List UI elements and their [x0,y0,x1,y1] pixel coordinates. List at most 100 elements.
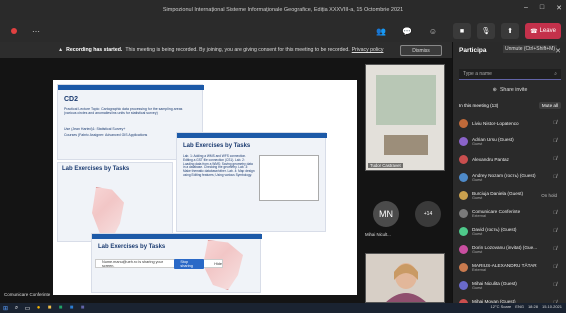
camera-button[interactable]: ■ [453,23,471,39]
participant-role: Guest [472,141,483,146]
banner-text: This meeting is being recorded. By joini… [125,47,350,53]
avatar [459,172,468,182]
lab-title-3: Lab Exercises by Tasks [98,244,166,250]
share-button[interactable]: ⬆ [501,23,519,39]
avatar [459,118,468,128]
section-label: In this meeting (13) [459,103,499,108]
participants-section-header[interactable]: In this meeting (13) Mute all [459,102,561,109]
participant-name: Burciuja Daniela (Guest) [472,190,524,196]
share-status-text: Nume.manu@ueh.ro is sharing your screen. [102,259,164,268]
mic-off-icon: 🎙̸ [553,156,557,162]
participant-item[interactable]: Liviu Nistor-Lopatenco 🎙̸ [459,114,561,132]
meeting-stage: CD2 Practical Lecture Topic: Cartographi… [0,58,452,303]
word-icon[interactable]: ■ [66,304,77,312]
video-room-image [366,65,444,170]
participant-name: Dorin Lozovanu (invitat) (Gue... [472,244,538,250]
start-icon[interactable]: ⊞ [0,304,11,312]
chat-icon[interactable]: 💬 [399,23,415,39]
search-placeholder: Type a name [463,71,492,77]
participant-item[interactable]: Burciuja Daniela (Guest) Guest On hold [459,186,561,204]
mic-off-icon: 🎙̸ [553,138,557,144]
avatar [459,208,468,218]
lab-items-1: Lab. 1: Adding a WMS and WFS connection.… [183,154,255,177]
weather-text: 12°C Soare [490,304,512,309]
close-panel-icon[interactable]: ✕ [555,47,561,55]
participant-role: External [472,267,486,272]
mic-off-icon: 🎙̸ [553,120,557,126]
video-tile-1[interactable]: Tudor Castravet [365,64,445,171]
avatar [459,226,468,236]
phone-icon: ☎ [530,28,538,35]
participant-item[interactable]: David (гость) (Guest) Guest 🎙̸ [459,222,561,240]
meeting-toolbar: ⋯ 👥 💬 ☺ ⋯ ■ 🎙 ⬆ ☎Leave [0,20,566,42]
share-invite-button[interactable]: ⊕ Share invite [459,84,561,95]
clock-time: 18:28 [527,304,538,309]
minimize-button[interactable]: – [524,4,528,12]
video-tile-1-name: Tudor Castravet [368,163,403,168]
participant-role: External [472,213,486,218]
reactions-icon[interactable]: ☺ [425,23,441,39]
participant-name: David (гость) (Guest) [472,226,517,232]
leave-button[interactable]: ☎ Leave [525,23,561,39]
mic-off-icon: 🎙̸ [553,174,557,180]
participant-role: Guest [472,195,483,200]
window-titlebar: Simpozionul Internațional Sisteme Inform… [0,0,566,20]
share-invite-label: Share invite [499,86,528,93]
hold-status: On hold [541,192,557,198]
search-taskbar-icon[interactable]: ⌕ [11,304,22,312]
slide-panel-3: Lab Exercises by Tasks [57,162,173,242]
video-tile-2[interactable] [365,253,445,303]
participant-role: Guest [472,231,483,236]
excel-icon[interactable]: ■ [55,304,66,312]
avatar-mn[interactable]: MN [373,201,399,227]
explorer-icon[interactable]: ■ [44,304,55,312]
avatar [459,154,468,164]
slide-map-1 [92,187,124,239]
leave-label: Leave [539,28,556,34]
participant-item[interactable]: Andrey Nozam (гость) (Guest) Guest 🎙̸ [459,168,561,186]
recording-banner: ▲ Recording has started. This meeting is… [0,42,452,58]
participant-role: Guest [472,285,483,290]
participant-item[interactable]: Comunicare Conferinte External 🎙̸ [459,204,561,222]
lang-text: ENG [515,304,524,309]
participant-item[interactable]: Mihai Niculita (Guest) Guest 🎙̸ [459,276,561,294]
participant-item[interactable]: Adrian Ursu (Guest) Guest 🎙̸ [459,132,561,150]
maximize-button[interactable]: □ [540,4,544,12]
screen-share-bar: Nume.manu@ueh.ro is sharing your screen.… [95,258,223,269]
video-presenter-image [366,254,444,302]
privacy-link[interactable]: Privacy policy [352,47,384,53]
participant-search-input[interactable]: Type a name ⌕ [459,69,561,80]
participant-role: Guest [472,177,483,182]
mic-off-icon: 🎙̸ [553,264,557,270]
slide-screenshot [259,155,319,201]
people-icon[interactable]: 👥 [373,23,389,39]
stop-sharing-button[interactable]: Stop sharing [174,258,205,269]
dismiss-button[interactable]: Dismiss [400,45,442,56]
cd2-title: CD2 [64,96,79,103]
clock-date: 15.10.2021 [541,304,562,309]
hide-button[interactable]: Hide [214,262,222,266]
participant-item[interactable]: Alexandru Pantaz 🎙̸ [459,150,561,168]
slide-panel-2: Lab Exercises by Tasks Lab. 1: Adding a … [176,132,327,232]
avatar [459,280,468,290]
search-icon: ⌕ [554,71,557,77]
participants-list: Liviu Nistor-Lopatenco 🎙̸ Adrian Ursu (Gu… [459,114,561,312]
participant-name: Andrey Nozam (гость) (Guest) [472,172,536,178]
more-options-icon[interactable]: ⋯ [28,23,44,39]
panel-title: Participa [459,47,487,54]
banner-bold: Recording has started. [66,47,123,53]
mute-all-button[interactable]: Mute all [538,102,561,109]
participant-item[interactable]: MARIUS-ALEXANDRU TĂTAR External 🎙̸ [459,258,561,276]
browser-icon[interactable]: ● [33,304,44,312]
mic-off-icon: 🎙̸ [553,210,557,216]
taskview-icon[interactable]: ▭ [22,304,33,312]
teams-icon[interactable]: ■ [77,304,88,312]
recording-dot-icon [6,23,22,39]
close-window-button[interactable]: ✕ [556,4,562,12]
more-participants-badge[interactable]: +14 [415,201,441,227]
window-title: Simpozionul Internațional Sisteme Inform… [162,7,404,13]
unmute-tooltip: Unmute (Ctrl+Shift+M) [503,45,558,53]
mic-button[interactable]: 🎙 [477,23,495,39]
avatar [459,244,468,254]
participant-item[interactable]: Dorin Lozovanu (invitat) (Gue... Guest 🎙̸ [459,240,561,258]
